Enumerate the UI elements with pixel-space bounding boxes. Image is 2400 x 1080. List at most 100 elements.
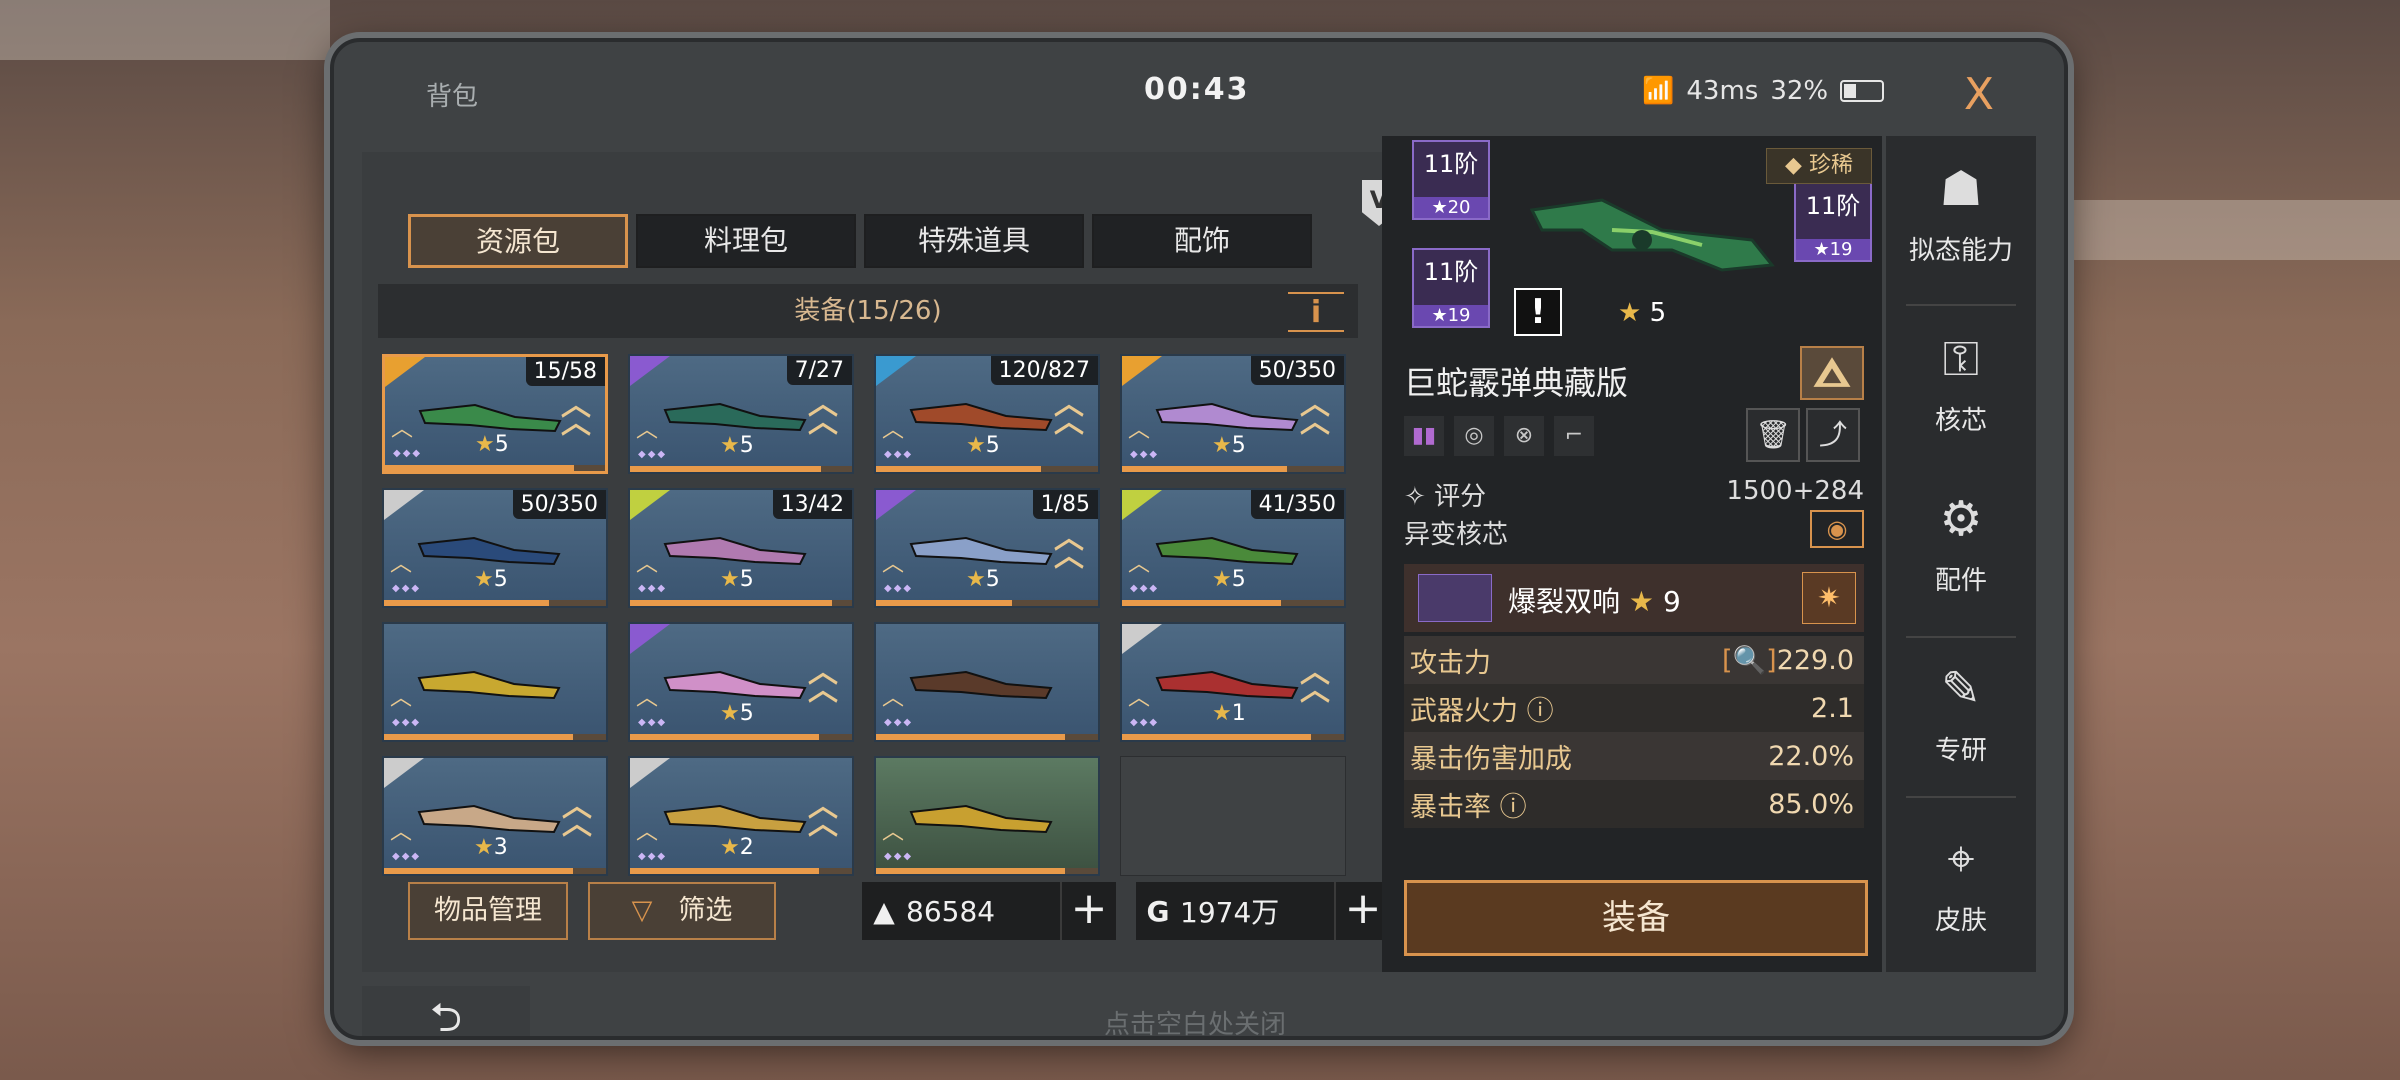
magnify-icon[interactable]: [🔍] [1722, 645, 1777, 676]
star-icon: ★ [966, 567, 986, 592]
score-icon: ✧ [1404, 482, 1426, 512]
nav-mimic-ability[interactable]: ☗ 拟态能力 [1886, 136, 2036, 286]
inventory-slot[interactable]: 1/85 ︿ ︿ ︿ ◆◆◆ ★5 [874, 488, 1100, 608]
stat-value: 22.0% [1768, 740, 1854, 772]
progress-bar [876, 466, 1098, 472]
inventory-slot[interactable]: 50/350 ︿ ◆◆◆ ★5 [382, 488, 608, 608]
nav-core[interactable]: ⚿ 核芯 [1886, 306, 2036, 456]
inventory-slot[interactable]: ︿ ︿ ︿ ◆◆◆ ★1 [1120, 622, 1346, 742]
nav-label: 配件 [1934, 566, 1987, 596]
side-nav: ☗ 拟态能力 ⚿ 核芯 ⚙ 配件 ✎ 专研 ⌖ 皮肤 [1886, 136, 2036, 972]
mutation-core[interactable]: 爆裂双响 ★ 9 ✷ [1404, 564, 1864, 632]
slot-dots-icon: ◆◆◆ [884, 449, 914, 460]
upgrade-chevron-icon: ︿ ︿ [1054, 521, 1084, 574]
parts-icon: ⚙ [1939, 491, 1983, 547]
star-rating: ★ 5 [1618, 298, 1667, 328]
tier-badge[interactable]: 11阶 ★19 [1794, 182, 1872, 262]
level-chevron-icon: ︿ [882, 686, 905, 711]
progress-bar [876, 868, 1098, 874]
rarity-corner-icon [1122, 356, 1162, 386]
inventory-slot[interactable]: 41/350 ︿ ◆◆◆ ★5 [1120, 488, 1346, 608]
tier-stars: ★19 [1414, 305, 1488, 326]
window-title: 背包 [426, 82, 479, 112]
inventory-slot[interactable]: 120/827 ︿ ︿ ︿ ◆◆◆ ★5 [874, 354, 1100, 474]
info-icon[interactable]: ⓘ [1527, 696, 1554, 727]
spiral-icon[interactable]: ◎ [1454, 416, 1494, 456]
inventory-slot[interactable]: ︿ ︿ ︿ ◆◆◆ ★2 [628, 756, 854, 876]
inventory-slot[interactable]: ︿ ◆◆◆ [382, 622, 608, 742]
tier-badge[interactable]: 11阶 ★19 [1412, 248, 1490, 328]
upgrade-button[interactable] [1800, 346, 1864, 400]
stats-table: 攻击力 [🔍]229.0 武器火力 ⓘ 2.1 暴击伤害加成 22.0% 暴击率 ⓘ 8… [1404, 636, 1864, 828]
rarity-corner-icon [630, 490, 670, 520]
backpack-window: 背包 00:43 📶 43ms 32% X 资源包 料理包 特殊道具 配饰 V … [330, 38, 2068, 1040]
inventory-slot[interactable]: 7/27 ︿ ︿ ︿ ◆◆◆ ★5 [628, 354, 854, 474]
level-chevron-icon: ︿ [636, 820, 659, 845]
inventory-slot[interactable]: ︿ ◆◆◆ [874, 756, 1100, 876]
core-icon: ⚿ [1942, 331, 1980, 387]
view-button[interactable]: ◉ [1810, 510, 1864, 548]
alert-icon[interactable]: ! [1514, 288, 1562, 336]
upgrade-chevron-icon: ︿ ︿ [808, 789, 838, 842]
slot-dots-icon: ◆◆◆ [1130, 717, 1160, 728]
item-manage-button[interactable]: 物品管理 [408, 882, 568, 940]
add-gold-button[interactable]: + [1060, 882, 1116, 940]
progress-bar [1122, 734, 1344, 740]
tab-resource-pack[interactable]: 资源包 [408, 214, 628, 268]
tab-food-pack[interactable]: 料理包 [636, 214, 856, 268]
nav-parts[interactable]: ⚙ 配件 [1886, 466, 2036, 616]
delete-button[interactable]: 🗑 [1746, 408, 1800, 462]
inventory-slot[interactable]: ︿ ︿ ︿ ◆◆◆ ★3 [382, 756, 608, 876]
currency-coin: G 1974万 + [1136, 882, 1390, 940]
top-bar: 背包 00:43 📶 43ms 32% X [334, 42, 2064, 142]
close-button[interactable]: X [1954, 70, 2004, 120]
inventory-slot[interactable]: ︿ ︿ ︿ ◆◆◆ ★5 [628, 622, 854, 742]
tab-special-items[interactable]: 特殊道具 [864, 214, 1084, 268]
item-stars: ★1 [1212, 701, 1246, 726]
info-button[interactable]: i [1288, 292, 1344, 332]
item-stars: ★5 [966, 567, 1000, 592]
filter-label: 筛选 [678, 895, 733, 926]
share-button[interactable]: ⤴ [1806, 408, 1860, 462]
filter-icon: ▽ [631, 895, 653, 926]
item-detail-panel: 11阶 ★20 11阶 ★19 11阶 ★19 ◆ 珍稀 ! ★ 5 巨蛇霰弹典… [1382, 136, 1882, 972]
nav-skin[interactable]: ⌖ 皮肤 [1886, 806, 2036, 956]
score-value: 1500+284 [1726, 476, 1864, 506]
share-icon: ⤴ [1818, 418, 1847, 451]
item-stars: ★5 [1212, 433, 1246, 458]
close-hint[interactable]: 点击空白处关闭 [1104, 1004, 1286, 1036]
inventory-slot[interactable]: ︿ ◆◆◆ [874, 622, 1100, 742]
inventory-slot[interactable]: 50/350 ︿ ︿ ︿ ◆◆◆ ★5 [1120, 354, 1346, 474]
filter-button[interactable]: ▽ 筛选 [588, 882, 776, 940]
inventory-slot[interactable]: 13/42 ︿ ◆◆◆ ★5 [628, 488, 854, 608]
item-stars: ★5 [720, 567, 754, 592]
upgrade-chevron-icon: ︿ ︿ [1300, 655, 1330, 708]
gun-type-icon[interactable]: ⌐ [1554, 416, 1594, 456]
upgrade-chevron-icon: ︿ ︿ [808, 387, 838, 440]
burst-icon: ✷ [1802, 572, 1856, 624]
stat-value: 229.0 [1776, 645, 1854, 676]
category-tabs: 资源包 料理包 特殊道具 配饰 [408, 214, 1312, 268]
currency-gold: ▲ 86584 + [862, 882, 1116, 940]
progress-bar [384, 600, 606, 606]
nav-research[interactable]: ✎ 专研 [1886, 636, 2036, 786]
status-area: 📶 43ms 32% [1642, 76, 1885, 106]
section-title: 装备(15/26) [794, 296, 942, 326]
info-icon[interactable]: ⓘ [1500, 792, 1527, 823]
background-stripe [2070, 200, 2400, 260]
stat-row: 武器火力 ⓘ 2.1 [1404, 684, 1864, 732]
tier-badge[interactable]: 11阶 ★20 [1412, 140, 1490, 220]
no-reload-icon[interactable]: ⊗ [1504, 416, 1544, 456]
nav-label: 核芯 [1934, 406, 1987, 436]
ammo-icon[interactable]: ▮▮ [1404, 416, 1444, 456]
star-icon: ★ [720, 835, 740, 860]
back-button[interactable]: ⮌ [362, 986, 530, 1036]
inventory-slot[interactable]: 15/58 ︿ ︿ ︿ ◆◆◆ ★5 [382, 354, 608, 474]
level-chevron-icon: ︿ [390, 686, 413, 711]
progress-bar [876, 734, 1098, 740]
slot-dots-icon: ◆◆◆ [884, 851, 914, 862]
tier-level: 11阶 [1423, 150, 1479, 178]
tab-accessories[interactable]: 配饰 [1092, 214, 1312, 268]
item-count: 1/85 [1032, 490, 1098, 519]
core-name: 爆裂双响 [1508, 585, 1621, 618]
